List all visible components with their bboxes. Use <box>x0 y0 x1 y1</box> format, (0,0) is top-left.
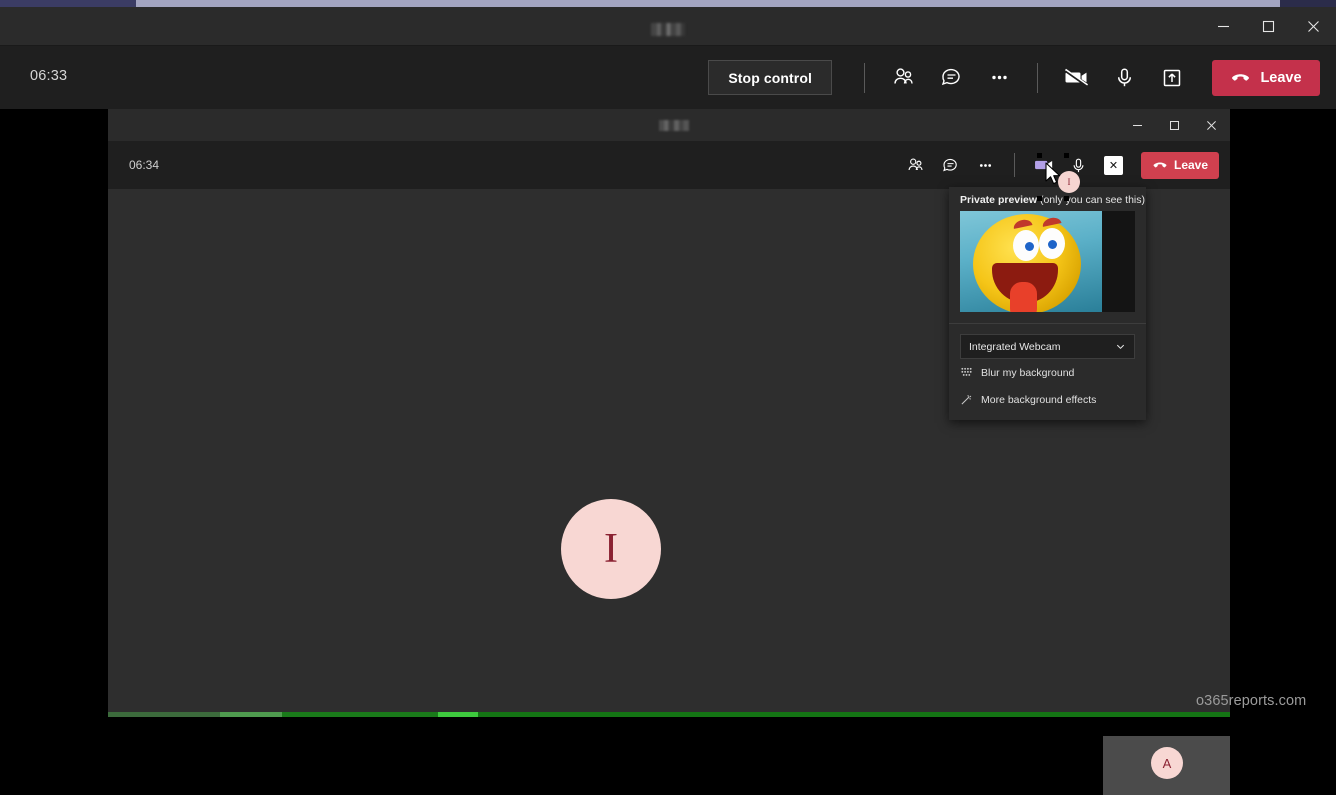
screen-share-border <box>0 712 1336 717</box>
popup-option-rows: Blur my background More background effec… <box>949 359 1146 420</box>
camera-device-select[interactable]: Integrated Webcam <box>960 334 1135 359</box>
microphone-icon <box>1117 68 1131 87</box>
browser-chrome-strip <box>0 0 1336 7</box>
close-button[interactable] <box>1291 7 1336 45</box>
toolbar-divider-2 <box>1037 62 1038 93</box>
popup-header-bold: Private preview <box>960 194 1038 206</box>
outer-meeting-toolbar: 06:33 Stop control Leave <box>0 46 1336 109</box>
phone-hangup-icon <box>1153 162 1167 168</box>
outer-teams-window: 06:33 Stop control Leave 06:34 ✕ Leave I… <box>0 7 1336 795</box>
participants-button[interactable] <box>879 55 927 101</box>
close-icon <box>1207 120 1216 130</box>
magic-wand-icon <box>960 393 973 406</box>
camera-device-label: Integrated Webcam <box>969 340 1061 353</box>
minimize-icon <box>1133 124 1142 126</box>
blur-background-option[interactable]: Blur my background <box>949 359 1146 386</box>
emoji-brow-left <box>1012 218 1033 229</box>
selection-handle-tr <box>1064 153 1069 158</box>
more-options-button[interactable] <box>975 55 1023 101</box>
browser-chrome-strip-left <box>0 0 136 7</box>
main-participant-avatar: I <box>561 499 661 599</box>
leave-button[interactable]: Leave <box>1212 59 1320 96</box>
minimize-button[interactable] <box>1201 7 1246 45</box>
maximize-icon <box>1262 20 1275 32</box>
inner-window-title-redacted <box>659 120 689 131</box>
blur-icon <box>960 366 973 379</box>
inner-close-button[interactable] <box>1193 109 1230 141</box>
camera-preview-thumbnail <box>960 211 1135 312</box>
phone-hangup-icon <box>1232 74 1250 81</box>
blur-background-label: Blur my background <box>981 366 1075 379</box>
meeting-timer: 06:33 <box>30 68 68 84</box>
popup-header: Private preview (only you can see this) <box>949 187 1146 211</box>
emoji-brow-right <box>1041 216 1062 227</box>
outer-window-controls <box>1201 7 1336 45</box>
selection-handle-br <box>1064 196 1069 201</box>
chat-button[interactable] <box>927 55 975 101</box>
microphone-button[interactable] <box>1100 55 1148 101</box>
share-screen-icon <box>1163 69 1181 86</box>
outer-window-titlebar <box>0 7 1336 46</box>
inner-meeting-timer: 06:34 <box>129 158 160 172</box>
cursor-participant-badge: I <box>1058 171 1080 193</box>
more-options-icon <box>979 163 992 167</box>
toolbar-divider <box>864 62 865 93</box>
maximize-button[interactable] <box>1246 7 1291 45</box>
chat-icon <box>943 158 957 171</box>
watermark: o365reports.com <box>1196 693 1307 709</box>
camera-settings-popup: Private preview (only you can see this) … <box>949 187 1146 420</box>
more-options-icon <box>991 75 1007 80</box>
more-background-effects-label: More background effects <box>981 393 1097 406</box>
chevron-down-icon <box>1116 344 1125 350</box>
minimize-icon <box>1218 25 1229 27</box>
emoji-face-graphic <box>973 214 1081 312</box>
inner-window-titlebar <box>108 109 1230 141</box>
popup-header-note: (only you can see this) <box>1037 194 1146 206</box>
more-background-effects-option[interactable]: More background effects <box>949 386 1146 413</box>
outer-toolbar-controls: Stop control Leave <box>708 46 1320 109</box>
selection-handle-tl <box>1037 153 1042 158</box>
self-view-avatar: A <box>1151 747 1183 779</box>
popup-divider <box>949 323 1146 324</box>
inner-more-options-button[interactable] <box>968 148 1003 182</box>
selection-handle-bl <box>1037 196 1042 201</box>
emoji-pupil-right <box>1048 240 1057 249</box>
inner-leave-button[interactable]: Leave <box>1141 151 1219 179</box>
browser-chrome-strip-right <box>1280 0 1336 7</box>
maximize-icon <box>1170 120 1179 130</box>
inner-stop-sharing-button[interactable]: ✕ <box>1104 155 1123 175</box>
people-icon <box>893 68 913 84</box>
outer-window-title-redacted <box>651 23 685 36</box>
inner-minimize-button[interactable] <box>1119 109 1156 141</box>
camera-preview-video <box>960 211 1102 312</box>
inner-participants-button[interactable] <box>898 148 933 182</box>
camera-toggle-button[interactable] <box>1052 55 1100 101</box>
self-view-tile[interactable]: A <box>1103 736 1230 795</box>
share-screen-button[interactable] <box>1148 55 1196 101</box>
inner-leave-button-label: Leave <box>1173 158 1209 172</box>
inner-camera-toggle-button[interactable] <box>1026 148 1061 182</box>
inner-window-controls <box>1119 109 1230 141</box>
close-icon <box>1308 20 1319 32</box>
emoji-tongue <box>1010 282 1037 312</box>
inner-toolbar-divider <box>1014 153 1015 177</box>
camera-off-icon <box>1064 68 1088 88</box>
inner-chat-button[interactable] <box>933 148 968 182</box>
leave-button-label: Leave <box>1260 69 1302 86</box>
stop-control-button[interactable]: Stop control <box>708 60 832 95</box>
chat-icon <box>941 68 960 86</box>
camera-on-icon <box>1034 160 1052 170</box>
people-icon <box>908 158 923 170</box>
inner-maximize-button[interactable] <box>1156 109 1193 141</box>
emoji-pupil-left <box>1025 242 1034 251</box>
